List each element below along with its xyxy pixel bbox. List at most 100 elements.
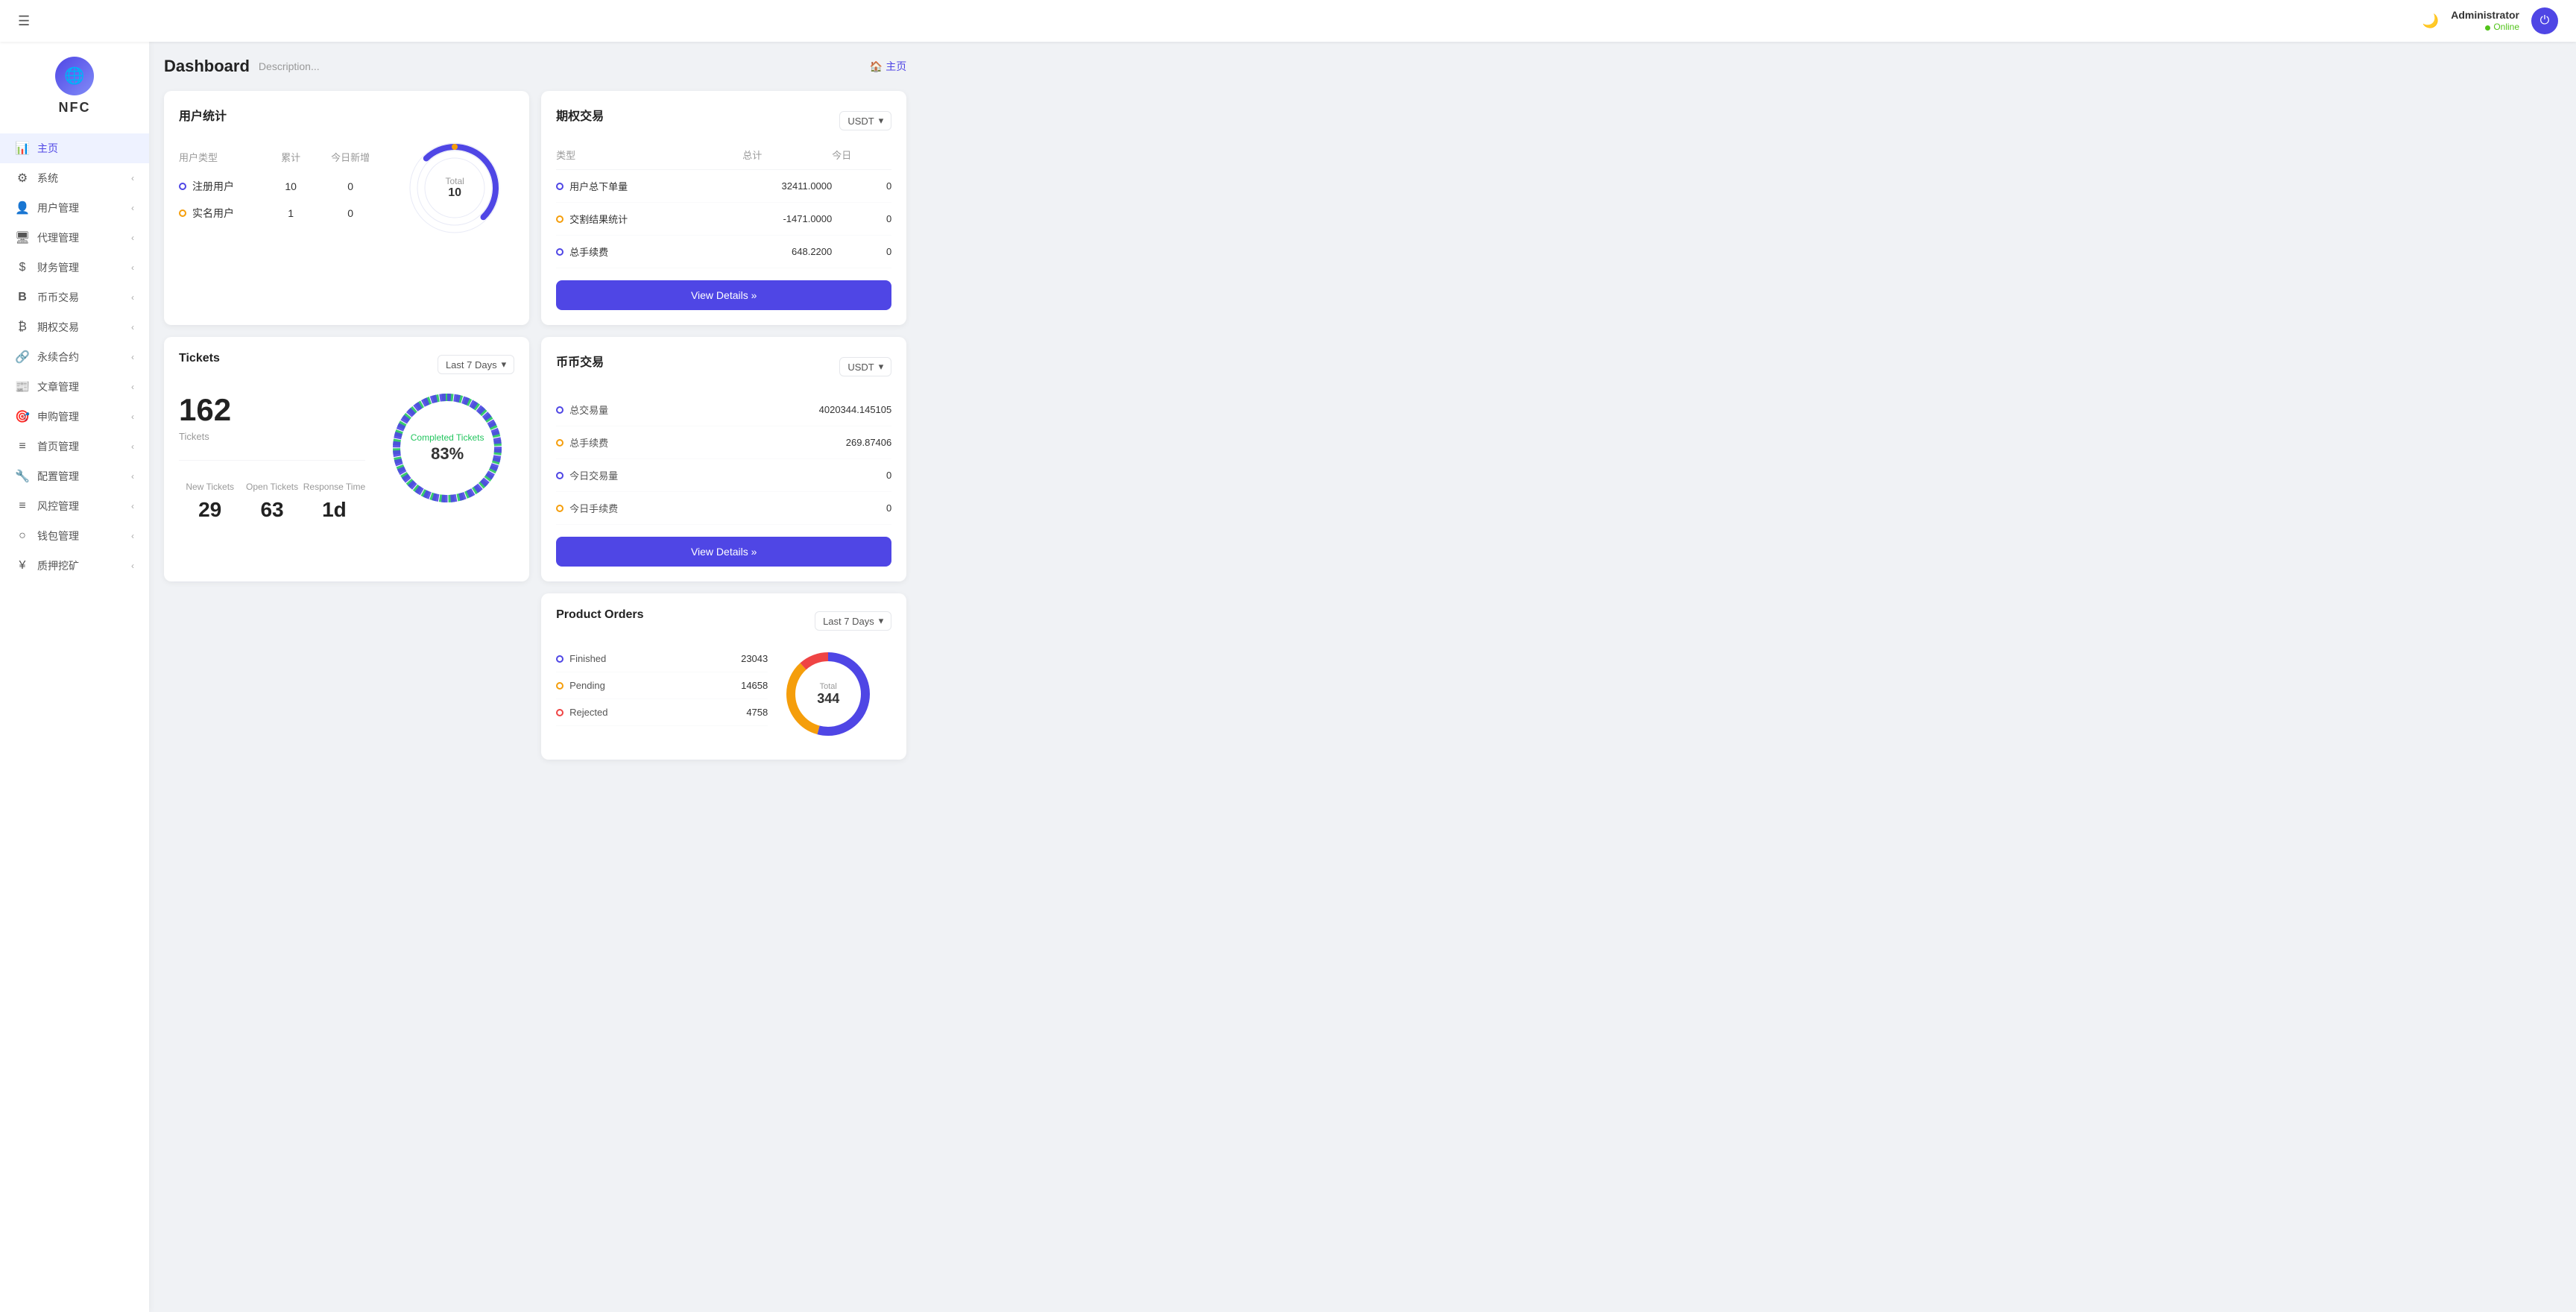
chevron-right-icon: ‹ bbox=[131, 233, 134, 243]
page-header: Dashboard Description... 🏠 主页 bbox=[164, 57, 906, 76]
sidebar-item-user-mgmt[interactable]: 👤 用户管理 ‹ bbox=[0, 193, 149, 223]
topbar: ☰ 🌙 Administrator Online ⏻ bbox=[0, 0, 2576, 42]
perpetual-icon: 🔗 bbox=[15, 350, 30, 365]
coin-row1-dot bbox=[556, 406, 564, 414]
options-row1-today: 0 bbox=[832, 180, 891, 192]
registered-user-total: 10 bbox=[261, 180, 321, 192]
bitcoin-icon: ₿ bbox=[15, 321, 30, 334]
chevron-right-icon: ‹ bbox=[131, 531, 134, 541]
user-table: 用户类型 累计 今日新增 注册用户 10 0 bbox=[179, 150, 380, 227]
chevron-right-icon: ‹ bbox=[131, 352, 134, 362]
stats-right: Total 10 bbox=[395, 136, 514, 240]
options-table-header: 类型 总计 今日 bbox=[556, 148, 891, 170]
page-description: Description... bbox=[259, 60, 320, 72]
coin-trading-title: 币币交易 bbox=[556, 352, 604, 370]
sidebar-item-subscription-label: 申购管理 bbox=[37, 409, 79, 424]
coin-row1-value: 4020344.145105 bbox=[819, 404, 892, 415]
finance-icon: $ bbox=[15, 261, 30, 274]
order-row-finished: Finished 23043 bbox=[556, 646, 768, 672]
finished-label: Finished bbox=[569, 653, 606, 664]
sidebar-item-subscription[interactable]: 🎯 申购管理 ‹ bbox=[0, 402, 149, 432]
sidebar-item-agent-mgmt[interactable]: 🖥 代理管理 ‹ bbox=[0, 223, 149, 253]
coin-row3-value: 0 bbox=[886, 470, 891, 481]
coin-row1-label: 总交易量 bbox=[569, 403, 608, 417]
risk-icon: ≡ bbox=[15, 499, 30, 513]
chevron-down-icon: ▾ bbox=[879, 361, 884, 373]
hamburger-icon[interactable]: ☰ bbox=[18, 13, 30, 29]
sidebar-item-homepage[interactable]: ≡ 首页管理 ‹ bbox=[0, 432, 149, 461]
coin-currency-selector[interactable]: USDT ▾ bbox=[839, 357, 891, 376]
product-orders-period-selector[interactable]: Last 7 Days ▾ bbox=[815, 611, 891, 631]
page-title: Dashboard bbox=[164, 57, 250, 76]
options-currency-selector[interactable]: USDT ▾ bbox=[839, 111, 891, 130]
ticket-stat-response: Response Time 1d bbox=[303, 473, 365, 531]
options-row2-type: 交割结果统计 bbox=[569, 212, 628, 226]
logo-area: 🌐 NFC bbox=[0, 57, 149, 116]
sidebar-item-config[interactable]: 🔧 配置管理 ‹ bbox=[0, 461, 149, 491]
wallet-icon: ○ bbox=[15, 529, 30, 543]
sidebar-item-home[interactable]: 📊 主页 bbox=[0, 133, 149, 163]
chevron-right-icon: ‹ bbox=[131, 441, 134, 452]
power-icon: ⏻ bbox=[2540, 14, 2550, 28]
home-breadcrumb-label: 主页 bbox=[886, 59, 906, 74]
sidebar-item-finance-label: 财务管理 bbox=[37, 260, 79, 275]
coin-row-3: 今日交易量 0 bbox=[556, 459, 891, 492]
options-row3-type: 总手续费 bbox=[569, 245, 608, 259]
sidebar-item-system-label: 系统 bbox=[37, 171, 58, 186]
power-button[interactable]: ⏻ bbox=[2531, 7, 2558, 34]
product-orders-title: Product Orders bbox=[556, 608, 643, 622]
coin-view-details-button[interactable]: View Details » bbox=[556, 537, 891, 567]
main-content: Dashboard Description... 🏠 主页 用户统计 用户类型 bbox=[149, 42, 921, 1312]
tickets-donut: Completed Tickets 83% bbox=[384, 385, 511, 511]
tickets-period-selector[interactable]: Last 7 Days ▾ bbox=[438, 355, 514, 374]
table-row: 实名用户 1 0 bbox=[179, 200, 380, 227]
chevron-right-icon: ‹ bbox=[131, 561, 134, 571]
rejected-dot bbox=[556, 709, 564, 716]
tickets-stats-grid: New Tickets 29 Open Tickets 63 Response … bbox=[179, 460, 365, 531]
chevron-down-icon: ▾ bbox=[879, 615, 884, 627]
options-view-details-button[interactable]: View Details » bbox=[556, 280, 891, 310]
sidebar-item-options-trade[interactable]: ₿ 期权交易 ‹ bbox=[0, 312, 149, 342]
tickets-count: 162 bbox=[179, 392, 365, 428]
mining-icon: ¥ bbox=[15, 559, 30, 573]
sidebar-item-perpetual[interactable]: 🔗 永续合约 ‹ bbox=[0, 342, 149, 372]
chevron-right-icon: ‹ bbox=[131, 322, 134, 332]
options-table: 类型 总计 今日 用户总下单量 32411.0000 0 bbox=[556, 148, 891, 268]
options-row2-total: -1471.0000 bbox=[742, 213, 832, 224]
topbar-left: ☰ bbox=[18, 13, 30, 29]
chevron-right-icon: ‹ bbox=[131, 173, 134, 183]
registered-user-dot bbox=[179, 183, 186, 190]
sidebar-item-coin-trade[interactable]: B 币币交易 ‹ bbox=[0, 283, 149, 312]
tickets-body: 162 Tickets New Tickets 29 Open Tickets … bbox=[179, 392, 514, 531]
sidebar-item-system[interactable]: ⚙ 系统 ‹ bbox=[0, 163, 149, 193]
options-row2-today: 0 bbox=[832, 213, 891, 224]
sidebar-item-risk-label: 风控管理 bbox=[37, 499, 79, 514]
logo-text: NFC bbox=[59, 100, 91, 116]
sidebar-item-options-trade-label: 期权交易 bbox=[37, 320, 79, 335]
coin-icon: B bbox=[15, 291, 30, 304]
article-icon: 📰 bbox=[15, 379, 30, 394]
coin-trading-header: 币币交易 USDT ▾ bbox=[556, 352, 891, 382]
home-breadcrumb[interactable]: 🏠 主页 bbox=[870, 59, 906, 74]
sidebar-item-mining[interactable]: ¥ 质押挖矿 ‹ bbox=[0, 551, 149, 581]
user-table-header: 用户类型 累计 今日新增 bbox=[179, 150, 380, 164]
system-icon: ⚙ bbox=[15, 171, 30, 186]
coin-row4-dot bbox=[556, 505, 564, 512]
sidebar-item-coin-trade-label: 币币交易 bbox=[37, 290, 79, 305]
coin-row2-dot bbox=[556, 439, 564, 447]
options-row2-dot bbox=[556, 215, 564, 223]
sidebar-item-finance[interactable]: $ 财务管理 ‹ bbox=[0, 253, 149, 283]
sidebar-item-wallet[interactable]: ○ 钱包管理 ‹ bbox=[0, 521, 149, 551]
options-trading-card: 期权交易 USDT ▾ 类型 总计 今日 用户总下 bbox=[541, 91, 906, 325]
moon-icon[interactable]: 🌙 bbox=[2422, 13, 2439, 29]
product-orders-card: Product Orders Last 7 Days ▾ Finished bbox=[541, 593, 906, 760]
options-row1-type: 用户总下单量 bbox=[569, 179, 628, 193]
donut-label: Total 10 bbox=[445, 176, 464, 200]
sidebar-item-risk[interactable]: ≡ 风控管理 ‹ bbox=[0, 491, 149, 521]
registered-user-label: 注册用户 bbox=[192, 179, 234, 194]
finished-value: 23043 bbox=[741, 653, 768, 664]
coin-row3-label: 今日交易量 bbox=[569, 468, 618, 482]
sidebar-item-mining-label: 质押挖矿 bbox=[37, 558, 79, 573]
chevron-right-icon: ‹ bbox=[131, 262, 134, 273]
sidebar-item-article[interactable]: 📰 文章管理 ‹ bbox=[0, 372, 149, 402]
